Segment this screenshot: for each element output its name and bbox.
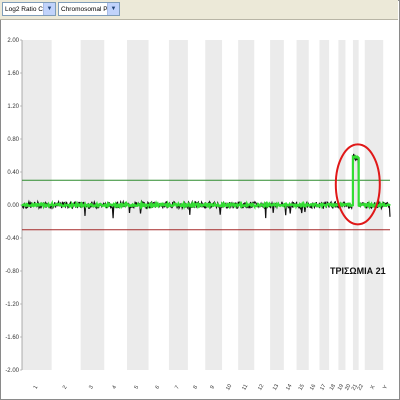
y-tick-label: 0.40 bbox=[7, 170, 19, 176]
x-tick-label: 10 bbox=[225, 383, 233, 391]
x-tick-label: 3 bbox=[88, 385, 95, 391]
y-tick-label: -2.00 bbox=[5, 368, 19, 374]
x-tick-label: 4 bbox=[111, 385, 118, 391]
x-tick-label: 11 bbox=[241, 384, 249, 392]
y-tick-label: -1.60 bbox=[5, 335, 19, 341]
x-tick-label: 7 bbox=[174, 385, 181, 391]
x-tick-label: 2 bbox=[62, 385, 69, 391]
y-tick-label: -1.20 bbox=[5, 302, 19, 308]
x-tick-label: 13 bbox=[272, 383, 280, 391]
y-tick-label: 0.80 bbox=[7, 137, 19, 143]
y-tick-label: -0.80 bbox=[5, 269, 19, 275]
y-tick-label: 1.20 bbox=[7, 104, 19, 110]
y-tick-label: 0.00 bbox=[7, 203, 19, 209]
x-tick-label: 6 bbox=[155, 385, 162, 391]
x-tick-label: 12 bbox=[257, 383, 265, 391]
y-tick-label: -0.40 bbox=[5, 236, 19, 242]
x-tick-label: 14 bbox=[285, 383, 293, 391]
x-tick-label: 5 bbox=[134, 385, 141, 391]
x-tick-label: 9 bbox=[209, 385, 216, 391]
x-tick-label: 17 bbox=[319, 383, 327, 391]
y-tick-label: 2.00 bbox=[7, 38, 19, 44]
x-tick-label: 8 bbox=[192, 385, 199, 391]
y-tick-label: 1.60 bbox=[7, 71, 19, 77]
x-tick-label: Y bbox=[382, 384, 389, 390]
x-tick-label: 22 bbox=[357, 383, 365, 391]
array-cgh-plot: 2.00 1.60 1.20 0.80 0.40 0.00 -0.40 -0.80 -1.20 -… bbox=[5, 38, 391, 392]
x-tick-label: 16 bbox=[309, 383, 317, 391]
x-tick-label: X bbox=[370, 384, 377, 390]
x-tick-label: 18 bbox=[329, 383, 337, 391]
x-tick-label: 15 bbox=[298, 383, 306, 391]
x-tick-label: 1 bbox=[33, 385, 40, 391]
annotation-label: ΤΡΙΣΩΜΙΑ 21 bbox=[330, 266, 386, 276]
